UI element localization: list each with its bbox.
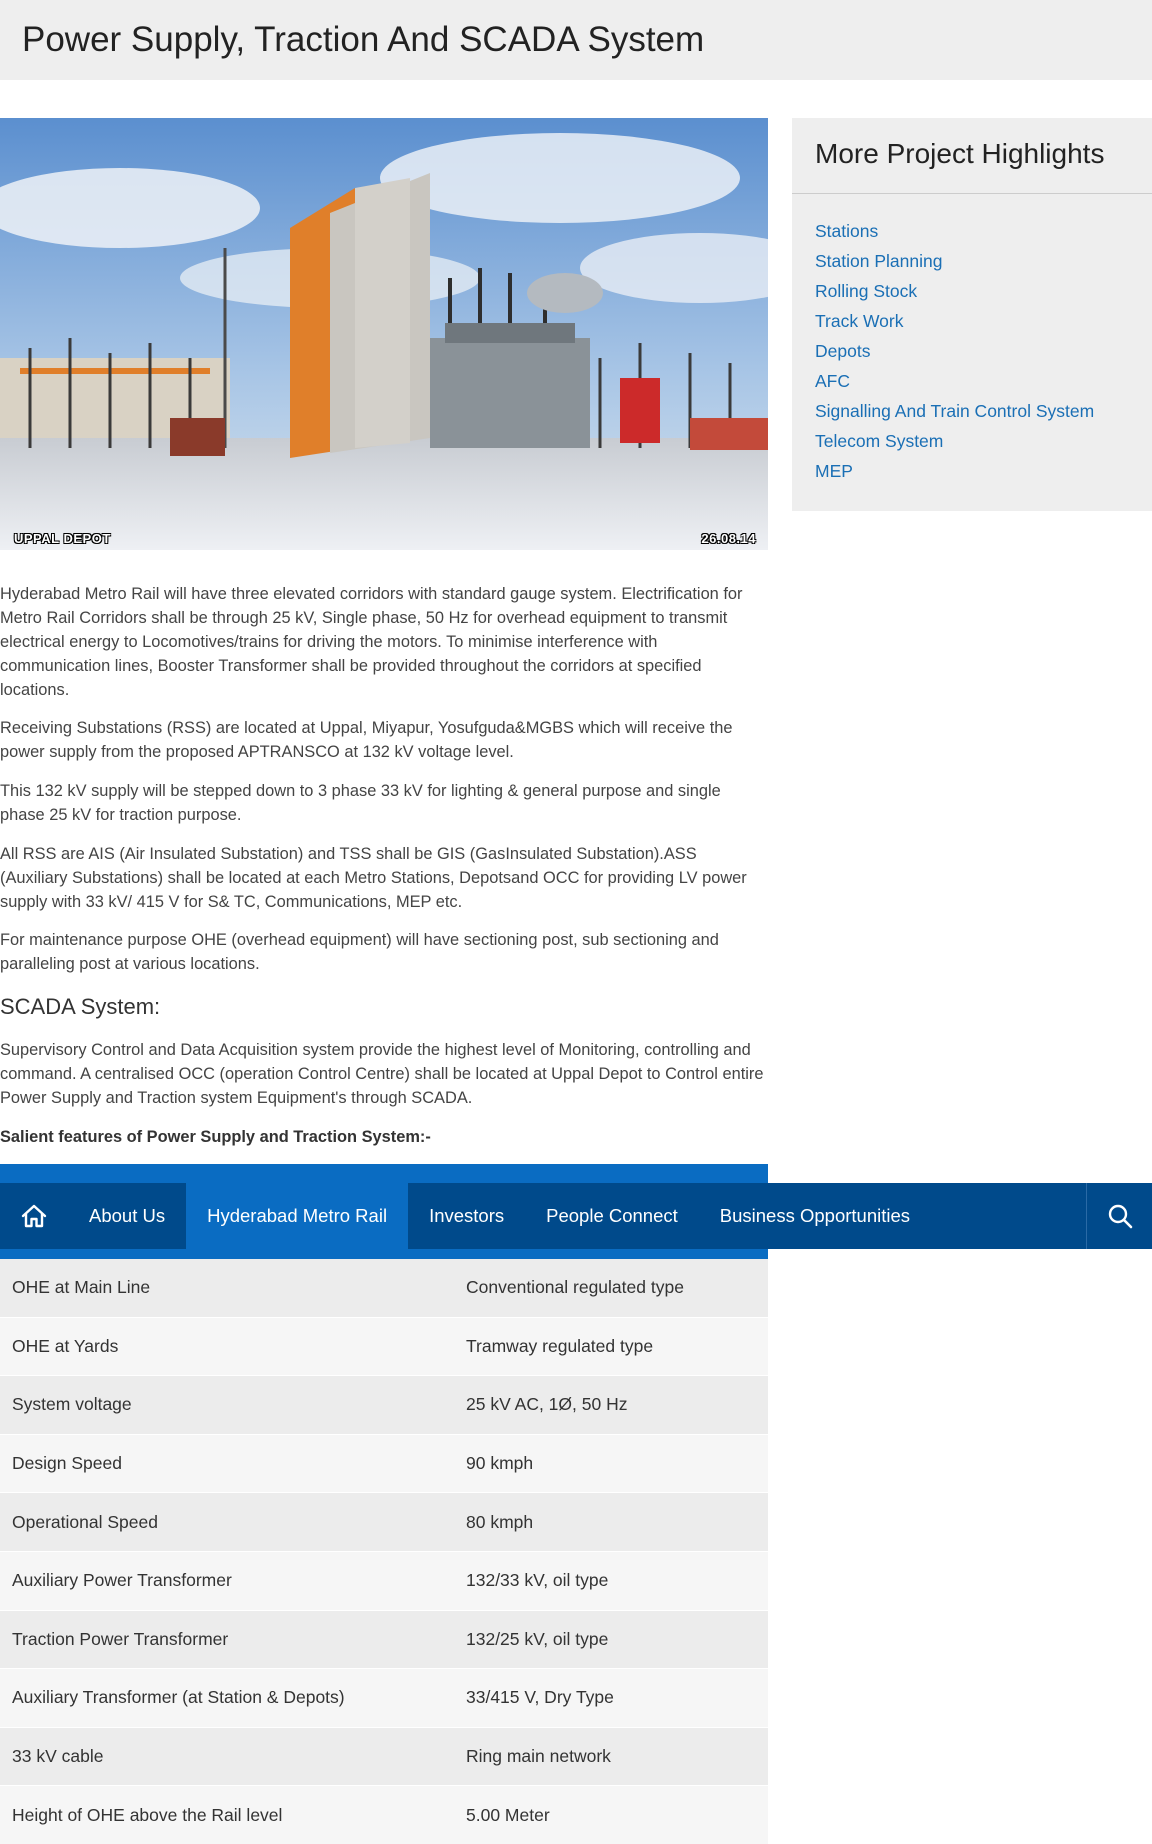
paragraph-scada: Supervisory Control and Data Acquisition… bbox=[0, 1041, 764, 1107]
hero-image: UPPAL DEPOT 26.08.14 bbox=[0, 118, 768, 550]
feature-cell: 33 kV cable bbox=[12, 1746, 104, 1767]
specifications-table: OHE at Main Line Conventional regulated … bbox=[0, 1259, 768, 1844]
feature-cell: Design Speed bbox=[12, 1453, 122, 1474]
sidebar-link-mep[interactable]: MEP bbox=[815, 456, 1094, 486]
value-cell: 25 kV AC, 1Ø, 50 Hz bbox=[466, 1394, 628, 1415]
sidebar-link-telecom[interactable]: Telecom System bbox=[815, 426, 1094, 456]
project-highlights-sidebar: More Project Highlights Stations Station… bbox=[792, 118, 1152, 511]
substation-photo bbox=[0, 118, 768, 550]
nav-business-opportunities[interactable]: Business Opportunities bbox=[699, 1183, 931, 1249]
table-row: Operational Speed 80 kmph bbox=[0, 1493, 768, 1552]
value-cell: 33/415 V, Dry Type bbox=[466, 1687, 614, 1708]
nav-about-us[interactable]: About Us bbox=[68, 1183, 186, 1249]
paragraph-step-down: This 132 kV supply will be stepped down … bbox=[0, 782, 721, 824]
sidebar-link-depots[interactable]: Depots bbox=[815, 336, 1094, 366]
value-cell: Conventional regulated type bbox=[466, 1277, 684, 1298]
value-cell: 5.00 Meter bbox=[466, 1804, 550, 1825]
photo-caption-location: UPPAL DEPOT bbox=[14, 531, 111, 546]
feature-cell: System voltage bbox=[12, 1394, 132, 1415]
value-cell: Tramway regulated type bbox=[466, 1335, 654, 1356]
value-cell: 132/33 kV, oil type bbox=[466, 1570, 609, 1591]
sidebar-divider bbox=[792, 193, 1152, 194]
salient-features-heading: Salient features of Power Supply and Tra… bbox=[0, 1128, 431, 1146]
value-cell: 132/25 kV, oil type bbox=[466, 1628, 609, 1649]
sidebar-link-signalling[interactable]: Signalling And Train Control System bbox=[815, 396, 1094, 426]
sidebar-link-rolling-stock[interactable]: Rolling Stock bbox=[815, 276, 1094, 306]
home-button[interactable] bbox=[0, 1183, 68, 1249]
paragraph-electrification: Hyderabad Metro Rail will have three ele… bbox=[0, 585, 743, 699]
sidebar-title: More Project Highlights bbox=[815, 138, 1105, 169]
search-icon bbox=[1108, 1204, 1132, 1229]
main-navbar: About Us Hyderabad Metro Rail Investors … bbox=[0, 1183, 1152, 1249]
feature-cell: Auxiliary Transformer (at Station & Depo… bbox=[12, 1687, 345, 1708]
table-row: OHE at Main Line Conventional regulated … bbox=[0, 1259, 768, 1318]
sidebar-link-station-planning[interactable]: Station Planning bbox=[815, 246, 1094, 276]
table-row: System voltage 25 kV AC, 1Ø, 50 Hz bbox=[0, 1376, 768, 1435]
main-content: UPPAL DEPOT 26.08.14 bbox=[0, 118, 768, 550]
table-row: OHE at Yards Tramway regulated type bbox=[0, 1317, 768, 1377]
paragraph-substation-types: All RSS are AIS (Air Insulated Substatio… bbox=[0, 845, 747, 911]
search-button[interactable] bbox=[1086, 1183, 1152, 1249]
value-cell: Ring main network bbox=[466, 1746, 611, 1767]
table-row: Traction Power Transformer 132/25 kV, oi… bbox=[0, 1610, 768, 1670]
table-row: Auxiliary Transformer (at Station & Depo… bbox=[0, 1669, 768, 1728]
sidebar-link-stations[interactable]: Stations bbox=[815, 216, 1094, 246]
feature-cell: Auxiliary Power Transformer bbox=[12, 1570, 232, 1591]
sidebar-link-afc[interactable]: AFC bbox=[815, 366, 1094, 396]
nav-people-connect[interactable]: People Connect bbox=[525, 1183, 699, 1249]
feature-cell: Traction Power Transformer bbox=[12, 1628, 229, 1649]
highlights-list: Stations Station Planning Rolling Stock … bbox=[815, 216, 1094, 486]
scada-heading: SCADA System: bbox=[0, 994, 161, 1019]
home-icon bbox=[21, 1204, 47, 1228]
sidebar-link-track-work[interactable]: Track Work bbox=[815, 306, 1094, 336]
nav-investors[interactable]: Investors bbox=[408, 1183, 525, 1249]
feature-cell: OHE at Yards bbox=[12, 1335, 119, 1356]
feature-cell: OHE at Main Line bbox=[12, 1277, 151, 1298]
table-row: Design Speed 90 kmph bbox=[0, 1434, 768, 1494]
photo-caption-date: 26.08.14 bbox=[701, 531, 756, 546]
value-cell: 80 kmph bbox=[466, 1511, 534, 1532]
paragraph-receiving-substations: Receiving Substations (RSS) are located … bbox=[0, 719, 733, 761]
table-row: Auxiliary Power Transformer 132/33 kV, o… bbox=[0, 1551, 768, 1611]
table-row: 33 kV cable Ring main network bbox=[0, 1727, 768, 1787]
table-row: Height of OHE above the Rail level 5.00 … bbox=[0, 1786, 768, 1844]
paragraph-maintenance: For maintenance purpose OHE (overhead eq… bbox=[0, 931, 719, 973]
nav-hyderabad-metro-rail[interactable]: Hyderabad Metro Rail bbox=[186, 1183, 409, 1249]
feature-cell: Height of OHE above the Rail level bbox=[12, 1804, 283, 1825]
page-title: Power Supply, Traction And SCADA System bbox=[22, 20, 705, 59]
page-header: Power Supply, Traction And SCADA System bbox=[0, 0, 1152, 80]
feature-cell: Operational Speed bbox=[12, 1511, 158, 1532]
value-cell: 90 kmph bbox=[466, 1453, 534, 1474]
